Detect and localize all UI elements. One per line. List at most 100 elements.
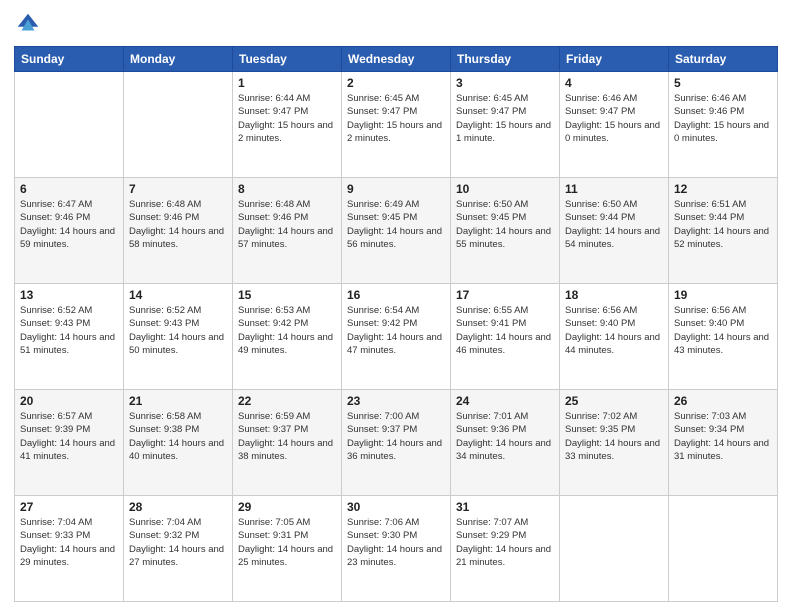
day-info: Sunrise: 7:06 AM Sunset: 9:30 PM Dayligh…	[347, 516, 445, 569]
day-info: Sunrise: 6:54 AM Sunset: 9:42 PM Dayligh…	[347, 304, 445, 357]
day-number: 30	[347, 500, 445, 514]
day-info: Sunrise: 6:46 AM Sunset: 9:47 PM Dayligh…	[565, 92, 663, 145]
calendar-cell	[560, 496, 669, 602]
calendar-table: SundayMondayTuesdayWednesdayThursdayFrid…	[14, 46, 778, 602]
calendar-cell: 25 Sunrise: 7:02 AM Sunset: 9:35 PM Dayli…	[560, 390, 669, 496]
day-number: 10	[456, 182, 554, 196]
calendar-cell: 18 Sunrise: 6:56 AM Sunset: 9:40 PM Dayli…	[560, 284, 669, 390]
day-number: 25	[565, 394, 663, 408]
calendar-header-friday: Friday	[560, 47, 669, 72]
calendar-cell: 22 Sunrise: 6:59 AM Sunset: 9:37 PM Dayli…	[233, 390, 342, 496]
page: SundayMondayTuesdayWednesdayThursdayFrid…	[0, 0, 792, 612]
calendar-cell: 21 Sunrise: 6:58 AM Sunset: 9:38 PM Dayli…	[124, 390, 233, 496]
calendar-cell: 11 Sunrise: 6:50 AM Sunset: 9:44 PM Dayli…	[560, 178, 669, 284]
calendar-cell: 16 Sunrise: 6:54 AM Sunset: 9:42 PM Dayli…	[342, 284, 451, 390]
day-info: Sunrise: 7:05 AM Sunset: 9:31 PM Dayligh…	[238, 516, 336, 569]
day-number: 27	[20, 500, 118, 514]
calendar-week-2: 6Sunrise: 6:47 AM Sunset: 9:46 PM Daylig…	[15, 178, 778, 284]
day-number: 17	[456, 288, 554, 302]
day-number: 28	[129, 500, 227, 514]
calendar-cell: 20Sunrise: 6:57 AM Sunset: 9:39 PM Dayli…	[15, 390, 124, 496]
day-number: 2	[347, 76, 445, 90]
day-info: Sunrise: 7:03 AM Sunset: 9:34 PM Dayligh…	[674, 410, 772, 463]
day-number: 8	[238, 182, 336, 196]
calendar-cell: 9Sunrise: 6:49 AM Sunset: 9:45 PM Daylig…	[342, 178, 451, 284]
day-info: Sunrise: 7:00 AM Sunset: 9:37 PM Dayligh…	[347, 410, 445, 463]
day-number: 16	[347, 288, 445, 302]
calendar-header-wednesday: Wednesday	[342, 47, 451, 72]
calendar-cell: 24 Sunrise: 7:01 AM Sunset: 9:36 PM Dayli…	[451, 390, 560, 496]
day-info: Sunrise: 7:04 AM Sunset: 9:33 PM Dayligh…	[20, 516, 118, 569]
day-info: Sunrise: 6:58 AM Sunset: 9:38 PM Dayligh…	[129, 410, 227, 463]
day-info: Sunrise: 6:48 AM Sunset: 9:46 PM Dayligh…	[238, 198, 336, 251]
calendar-cell: 30 Sunrise: 7:06 AM Sunset: 9:30 PM Dayli…	[342, 496, 451, 602]
day-number: 24	[456, 394, 554, 408]
header	[14, 10, 778, 38]
day-info: Sunrise: 7:04 AM Sunset: 9:32 PM Dayligh…	[129, 516, 227, 569]
calendar-cell: 10 Sunrise: 6:50 AM Sunset: 9:45 PM Dayli…	[451, 178, 560, 284]
day-number: 14	[129, 288, 227, 302]
day-number: 13	[20, 288, 118, 302]
day-info: Sunrise: 7:07 AM Sunset: 9:29 PM Dayligh…	[456, 516, 554, 569]
day-number: 9	[347, 182, 445, 196]
day-number: 11	[565, 182, 663, 196]
calendar-cell: 26 Sunrise: 7:03 AM Sunset: 9:34 PM Dayli…	[669, 390, 778, 496]
day-info: Sunrise: 6:57 AM Sunset: 9:39 PM Dayligh…	[20, 410, 118, 463]
calendar-header-tuesday: Tuesday	[233, 47, 342, 72]
calendar-week-5: 27 Sunrise: 7:04 AM Sunset: 9:33 PM Dayli…	[15, 496, 778, 602]
day-info: Sunrise: 6:56 AM Sunset: 9:40 PM Dayligh…	[674, 304, 772, 357]
day-info: Sunrise: 6:56 AM Sunset: 9:40 PM Dayligh…	[565, 304, 663, 357]
day-info: Sunrise: 6:50 AM Sunset: 9:44 PM Dayligh…	[565, 198, 663, 251]
day-info: Sunrise: 7:02 AM Sunset: 9:35 PM Dayligh…	[565, 410, 663, 463]
calendar-cell: 7Sunrise: 6:48 AM Sunset: 9:46 PM Daylig…	[124, 178, 233, 284]
calendar-cell: 15 Sunrise: 6:53 AM Sunset: 9:42 PM Dayli…	[233, 284, 342, 390]
logo	[14, 10, 45, 38]
calendar-cell	[15, 72, 124, 178]
day-number: 18	[565, 288, 663, 302]
day-info: Sunrise: 6:59 AM Sunset: 9:37 PM Dayligh…	[238, 410, 336, 463]
day-number: 31	[456, 500, 554, 514]
calendar-header-row: SundayMondayTuesdayWednesdayThursdayFrid…	[15, 47, 778, 72]
day-number: 3	[456, 76, 554, 90]
calendar-cell: 12 Sunrise: 6:51 AM Sunset: 9:44 PM Dayli…	[669, 178, 778, 284]
calendar-cell: 5Sunrise: 6:46 AM Sunset: 9:46 PM Daylig…	[669, 72, 778, 178]
calendar-header-monday: Monday	[124, 47, 233, 72]
calendar-cell	[669, 496, 778, 602]
day-number: 7	[129, 182, 227, 196]
calendar-cell: 28 Sunrise: 7:04 AM Sunset: 9:32 PM Dayli…	[124, 496, 233, 602]
day-info: Sunrise: 7:01 AM Sunset: 9:36 PM Dayligh…	[456, 410, 554, 463]
day-info: Sunrise: 6:52 AM Sunset: 9:43 PM Dayligh…	[20, 304, 118, 357]
calendar-cell: 13 Sunrise: 6:52 AM Sunset: 9:43 PM Dayli…	[15, 284, 124, 390]
calendar-cell: 19Sunrise: 6:56 AM Sunset: 9:40 PM Dayli…	[669, 284, 778, 390]
day-info: Sunrise: 6:45 AM Sunset: 9:47 PM Dayligh…	[347, 92, 445, 145]
calendar-cell: 31 Sunrise: 7:07 AM Sunset: 9:29 PM Dayli…	[451, 496, 560, 602]
day-info: Sunrise: 6:53 AM Sunset: 9:42 PM Dayligh…	[238, 304, 336, 357]
logo-icon	[14, 10, 42, 38]
calendar-week-1: 1 Sunrise: 6:44 AM Sunset: 9:47 PM Daylig…	[15, 72, 778, 178]
day-info: Sunrise: 6:55 AM Sunset: 9:41 PM Dayligh…	[456, 304, 554, 357]
day-number: 1	[238, 76, 336, 90]
calendar-header-sunday: Sunday	[15, 47, 124, 72]
day-number: 12	[674, 182, 772, 196]
calendar-header-thursday: Thursday	[451, 47, 560, 72]
day-info: Sunrise: 6:50 AM Sunset: 9:45 PM Dayligh…	[456, 198, 554, 251]
calendar-cell: 1 Sunrise: 6:44 AM Sunset: 9:47 PM Daylig…	[233, 72, 342, 178]
calendar-cell: 8 Sunrise: 6:48 AM Sunset: 9:46 PM Daylig…	[233, 178, 342, 284]
calendar-cell: 27 Sunrise: 7:04 AM Sunset: 9:33 PM Dayli…	[15, 496, 124, 602]
day-number: 21	[129, 394, 227, 408]
calendar-cell: 23 Sunrise: 7:00 AM Sunset: 9:37 PM Dayli…	[342, 390, 451, 496]
calendar-cell: 14 Sunrise: 6:52 AM Sunset: 9:43 PM Dayli…	[124, 284, 233, 390]
day-info: Sunrise: 6:52 AM Sunset: 9:43 PM Dayligh…	[129, 304, 227, 357]
calendar-cell: 29Sunrise: 7:05 AM Sunset: 9:31 PM Dayli…	[233, 496, 342, 602]
calendar-cell: 3Sunrise: 6:45 AM Sunset: 9:47 PM Daylig…	[451, 72, 560, 178]
day-number: 26	[674, 394, 772, 408]
day-number: 22	[238, 394, 336, 408]
day-number: 23	[347, 394, 445, 408]
calendar-header-saturday: Saturday	[669, 47, 778, 72]
calendar-cell: 2 Sunrise: 6:45 AM Sunset: 9:47 PM Daylig…	[342, 72, 451, 178]
day-number: 4	[565, 76, 663, 90]
day-info: Sunrise: 6:44 AM Sunset: 9:47 PM Dayligh…	[238, 92, 336, 145]
calendar-cell: 17 Sunrise: 6:55 AM Sunset: 9:41 PM Dayli…	[451, 284, 560, 390]
day-number: 15	[238, 288, 336, 302]
day-info: Sunrise: 6:51 AM Sunset: 9:44 PM Dayligh…	[674, 198, 772, 251]
